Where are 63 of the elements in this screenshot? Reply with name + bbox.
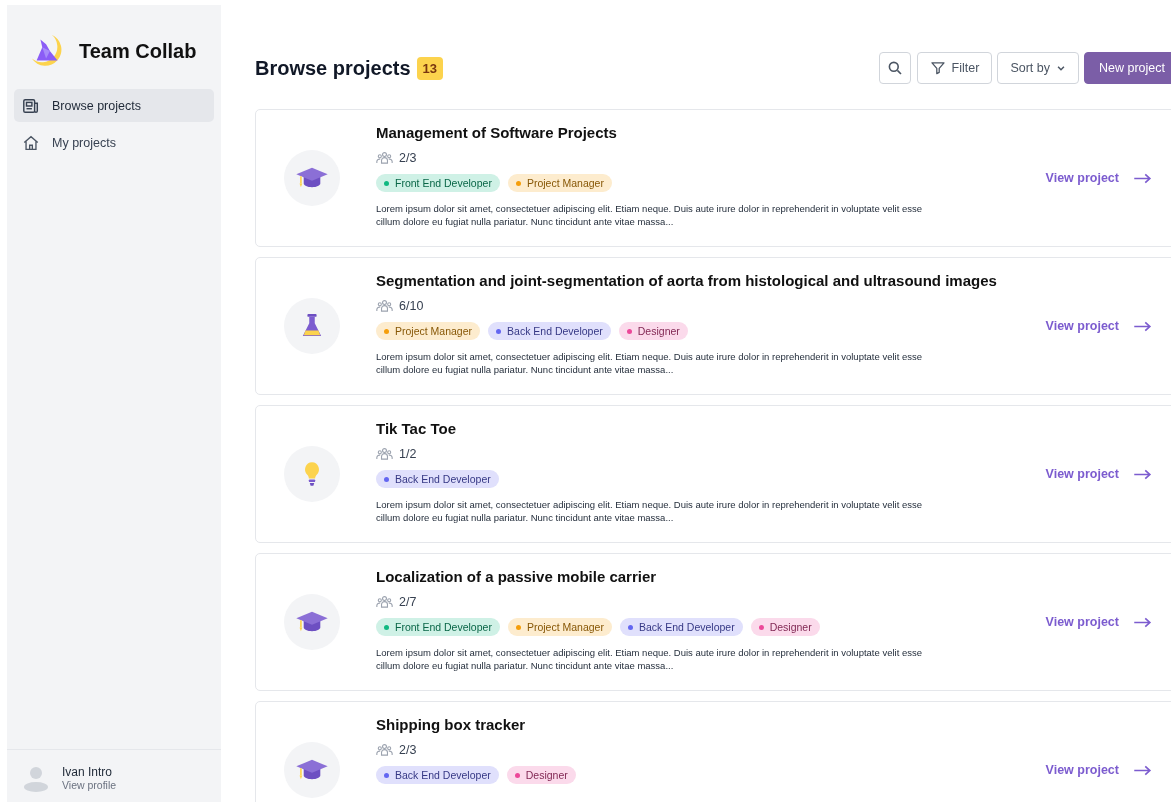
- lightbulb-icon: [303, 461, 321, 487]
- caret-icon: [1056, 63, 1066, 73]
- project-title: Tik Tac Toe: [376, 420, 458, 437]
- project-title: Management of Software Projects: [376, 124, 618, 141]
- arrow-right-icon: [1133, 320, 1152, 332]
- member-count: 1/2: [399, 447, 417, 461]
- nav-item[interactable]: Browse projects: [14, 89, 214, 122]
- project-description: Lorem ipsum dolor sit amet, consectetuer adipiscing elit. Etiam neque. Duis aute irure dolor in reprehenderit in voluptate velit esse cillum dolore eu fugiat nulla pariatur. Nunc tincidunt ante vitae massa...: [376, 498, 923, 524]
- member-count: 2/7: [399, 595, 417, 609]
- project-title: Localization of a passive mobile carrier: [376, 568, 658, 585]
- filter-button[interactable]: Filter: [916, 52, 993, 84]
- count-badge: 13: [416, 56, 444, 80]
- project-title: Segmentation and joint-segmentation of aorta from histological and ultrasound images: [376, 272, 998, 289]
- project-description: Lorem ipsum dolor sit amet, consectetuer adipiscing elit. Etiam neque. Duis aute irure dolor in reprehenderit in voluptate velit esse cillum dolore eu fugiat nulla pariatur. Nunc tincidunt ante vitae massa...: [376, 350, 923, 376]
- tag-label: Back End Developer: [638, 621, 735, 633]
- people-icon: [376, 743, 393, 757]
- tag-label: Back End Developer: [395, 473, 491, 485]
- member-count: 2/3: [399, 743, 417, 757]
- people-icon: [376, 299, 393, 313]
- home-icon: [22, 133, 40, 152]
- sort-button[interactable]: Sort by: [997, 52, 1079, 84]
- search-button[interactable]: [878, 52, 911, 84]
- view-project-link[interactable]: View project: [1045, 171, 1152, 185]
- project-title: Shipping box tracker: [376, 716, 527, 733]
- arrow-right-icon: [1133, 764, 1152, 776]
- view-project-link[interactable]: View project: [1045, 467, 1152, 481]
- project-description: Lorem ipsum dolor sit amet, consectetuer adipiscing elit. Etiam neque. Duis aute irure dolor in reprehenderit in voluptate velit esse cillum dolore eu fugiat nulla pariatur. Nunc tincidunt ante vitae massa...: [376, 202, 923, 228]
- tag-label: Designer: [637, 325, 680, 337]
- people-icon: [376, 595, 393, 609]
- view-project-link[interactable]: View project: [1045, 615, 1152, 629]
- flask-icon: [301, 313, 323, 339]
- tag-label: Designer: [525, 769, 568, 781]
- page-title: Browse projects: [255, 56, 411, 80]
- app-name: Team Collab: [79, 39, 197, 63]
- people-icon: [376, 151, 393, 165]
- member-count: 2/3: [399, 151, 417, 165]
- new-project-button[interactable]: New project: [1084, 52, 1171, 84]
- graduation-cap-icon: [295, 610, 329, 634]
- filter-icon: [929, 60, 946, 76]
- arrow-right-icon: [1133, 468, 1152, 480]
- tag-label: Project Manager: [395, 325, 473, 337]
- newspaper-icon: [22, 96, 40, 115]
- tag-label: Designer: [769, 621, 812, 633]
- graduation-cap-icon: [295, 758, 329, 782]
- tag-label: Front End Developer: [395, 177, 492, 189]
- graduation-cap-icon: [295, 166, 329, 190]
- tag-label: Back End Developer: [395, 769, 491, 781]
- search-icon: [886, 60, 903, 76]
- view-project-link[interactable]: View project: [1045, 763, 1152, 777]
- arrow-right-icon: [1133, 172, 1152, 184]
- nav-item[interactable]: My projects: [14, 126, 214, 159]
- view-project-link[interactable]: View project: [1045, 319, 1152, 333]
- project-description: Lorem ipsum dolor sit amet, consectetuer adipiscing elit. Etiam neque. Duis aute irure dolor in reprehenderit in voluptate velit esse cillum dolore eu fugiat nulla pariatur. Nunc tincidunt ante vitae massa...: [376, 646, 923, 672]
- arrow-right-icon: [1133, 616, 1152, 628]
- tag-label: Project Manager: [526, 621, 604, 633]
- user-name: Ivan Intro: [62, 765, 114, 779]
- member-count: 6/10: [399, 299, 424, 313]
- avatar-icon: [22, 764, 50, 792]
- tag-label: Project Manager: [526, 177, 604, 189]
- tag-label: Front End Developer: [395, 621, 492, 633]
- people-icon: [376, 447, 393, 461]
- tag-label: Back End Developer: [507, 325, 603, 337]
- view-profile-link[interactable]: View profile: [62, 779, 117, 791]
